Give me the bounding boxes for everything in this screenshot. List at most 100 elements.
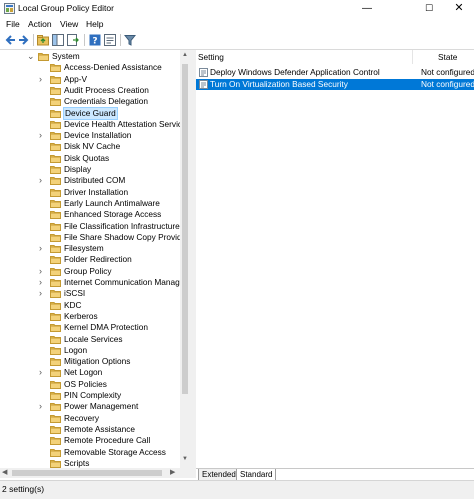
tree-item[interactable]: OS Policies xyxy=(0,379,180,390)
tree-item[interactable]: Disk Quotas xyxy=(0,153,180,164)
setting-row[interactable]: Turn On Virtualization Based Security Not… xyxy=(196,79,474,90)
chevron-right-icon[interactable]: › xyxy=(39,277,42,288)
folder-icon xyxy=(50,86,61,95)
tree-item[interactable]: Logon xyxy=(0,345,180,356)
chevron-right-icon[interactable]: › xyxy=(39,175,42,186)
menu-file[interactable]: File xyxy=(6,19,20,29)
tree-item[interactable]: ⌄ System xyxy=(0,51,180,62)
folder-icon xyxy=(38,52,49,61)
menu-help[interactable]: Help xyxy=(86,19,103,29)
tree-item[interactable]: › Group Policy xyxy=(0,266,180,277)
toolbar-separator xyxy=(84,34,85,46)
tree-item[interactable]: Kerberos xyxy=(0,311,180,322)
tree-item[interactable]: Locale Services xyxy=(0,334,180,345)
tree-item[interactable]: Display xyxy=(0,164,180,175)
tree-item-label: Removable Storage Access xyxy=(64,446,166,457)
chevron-right-icon[interactable]: › xyxy=(39,266,42,277)
tree-pane[interactable]: ⌄ System Access-Denied Assistance › App-V Aud… xyxy=(0,50,180,468)
folder-icon xyxy=(50,414,61,423)
tree-item[interactable]: › iSCSI xyxy=(0,288,180,299)
tree-item-label: Net Logon xyxy=(64,367,103,378)
scroll-left-arrow-icon[interactable]: ◀ xyxy=(2,468,7,476)
tree-item[interactable]: Access-Denied Assistance xyxy=(0,62,180,73)
menu-action[interactable]: Action xyxy=(28,19,52,29)
tree-item[interactable]: Early Launch Antimalware xyxy=(0,198,180,209)
tree-item[interactable]: Folder Redirection xyxy=(0,254,180,265)
tree-item[interactable]: File Classification Infrastructure xyxy=(0,221,180,232)
chevron-right-icon[interactable]: › xyxy=(39,367,42,378)
tree-item-label: Device Health Attestation Service xyxy=(64,118,180,129)
tree-item[interactable]: Remote Procedure Call xyxy=(0,435,180,446)
tree-item-label: Audit Process Creation xyxy=(64,84,149,95)
help-icon[interactable]: ? xyxy=(89,34,101,46)
chevron-right-icon[interactable]: › xyxy=(39,401,42,412)
tree-item[interactable]: Device Health Attestation Service xyxy=(0,119,180,130)
tree-item-label: Kerberos xyxy=(64,310,98,321)
tree-item-label: Internet Communication Managem xyxy=(64,277,180,287)
tree-item[interactable]: Recovery xyxy=(0,413,180,424)
scroll-down-arrow-icon[interactable]: ▼ xyxy=(182,456,188,462)
tree-item[interactable]: Device Guard xyxy=(0,106,180,120)
tree-item[interactable]: Audit Process Creation xyxy=(0,85,180,96)
tree-item[interactable]: › Internet Communication Managem xyxy=(0,277,180,288)
tree-item[interactable]: Kernel DMA Protection xyxy=(0,322,180,333)
tree-vertical-scrollbar[interactable]: ▲ ▼ xyxy=(180,50,190,468)
tree-item-label: PIN Complexity xyxy=(64,390,122,400)
tree-item[interactable]: Remote Assistance xyxy=(0,424,180,435)
minimize-button[interactable]: — xyxy=(352,0,382,17)
scrollbar-thumb[interactable] xyxy=(182,64,188,394)
tree-item[interactable]: › Device Installation xyxy=(0,130,180,141)
tree-item[interactable]: Disk NV Cache xyxy=(0,141,180,152)
scroll-right-arrow-icon[interactable]: ▶ xyxy=(170,468,175,476)
tree-item-label: Mitigation Options xyxy=(64,356,131,367)
svg-text:?: ? xyxy=(92,37,97,47)
column-header-setting[interactable]: Setting xyxy=(198,50,413,64)
tree-item[interactable]: Scripts xyxy=(0,458,180,468)
filter-icon[interactable] xyxy=(124,34,136,46)
forward-icon[interactable] xyxy=(18,34,30,46)
setting-state: Not configured xyxy=(421,79,474,89)
tree-item[interactable]: PIN Complexity xyxy=(0,390,180,401)
tree-item-label: System xyxy=(52,51,80,61)
tree-item-label: Logon xyxy=(64,344,88,355)
title-bar: Local Group Policy Editor — ☐ ✕ xyxy=(0,0,474,17)
chevron-right-icon[interactable]: › xyxy=(39,130,42,141)
folder-icon xyxy=(50,448,61,457)
tree-item[interactable]: Credentials Delegation xyxy=(0,96,180,107)
tree-item[interactable]: Driver Installation xyxy=(0,187,180,198)
tree-item[interactable]: › Distributed COM xyxy=(0,175,180,186)
tree-item-label: Enhanced Storage Access xyxy=(64,209,162,220)
tree-item[interactable]: › Power Management xyxy=(0,401,180,412)
show-hide-tree-icon[interactable] xyxy=(52,34,64,46)
export-list-icon[interactable] xyxy=(67,34,79,46)
column-header-state[interactable]: State xyxy=(438,50,474,64)
tree-item-label: Disk Quotas xyxy=(64,152,110,163)
folder-icon xyxy=(50,233,61,242)
menu-view[interactable]: View xyxy=(60,19,78,29)
tree-horizontal-scrollbar[interactable]: ◀ ▶ xyxy=(0,468,180,478)
back-icon[interactable] xyxy=(4,34,16,46)
chevron-right-icon[interactable]: › xyxy=(39,74,42,85)
chevron-right-icon[interactable]: › xyxy=(39,288,42,299)
chevron-right-icon[interactable]: › xyxy=(39,243,42,254)
tree-item[interactable]: › App-V xyxy=(0,74,180,85)
scrollbar-thumb[interactable] xyxy=(12,470,162,476)
tree-item[interactable]: Enhanced Storage Access xyxy=(0,209,180,220)
folder-icon xyxy=(50,109,61,118)
tree-item[interactable]: KDC xyxy=(0,300,180,311)
status-text: 2 setting(s) xyxy=(2,484,45,494)
tree-item[interactable]: › Net Logon xyxy=(0,367,180,378)
tree-item-label: Group Policy xyxy=(64,265,112,276)
tree-item[interactable]: Mitigation Options xyxy=(0,356,180,367)
up-folder-icon[interactable] xyxy=(37,34,49,46)
properties-icon[interactable] xyxy=(104,34,116,46)
maximize-button[interactable]: ☐ xyxy=(414,0,444,17)
setting-row[interactable]: Deploy Windows Defender Application Cont… xyxy=(196,67,474,78)
chevron-down-icon[interactable]: ⌄ xyxy=(27,51,35,62)
folder-icon xyxy=(50,391,61,400)
tree-item[interactable]: › Filesystem xyxy=(0,243,180,254)
tree-item[interactable]: Removable Storage Access xyxy=(0,447,180,458)
tree-item[interactable]: File Share Shadow Copy Provider xyxy=(0,232,180,243)
scroll-up-arrow-icon[interactable]: ▲ xyxy=(182,52,188,58)
close-button[interactable]: ✕ xyxy=(444,0,474,17)
